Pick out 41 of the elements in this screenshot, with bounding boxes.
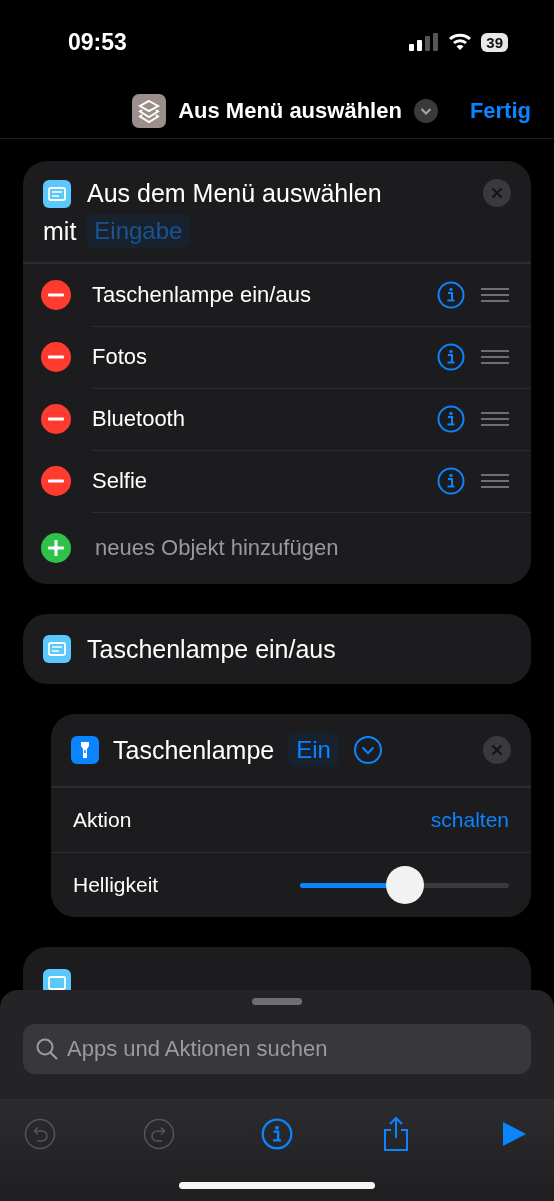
remove-icon[interactable] — [41, 466, 71, 496]
menu-icon — [43, 179, 71, 208]
add-item-button[interactable]: neues Objekt hinzufügen — [95, 535, 339, 561]
add-icon[interactable] — [41, 533, 71, 563]
parameter-label: Helligkeit — [73, 873, 159, 897]
shortcut-title[interactable]: Aus Menü auswählen — [178, 98, 402, 124]
case-title: Taschenlampe ein/aus — [87, 634, 336, 664]
parameter-value[interactable]: schalten — [430, 808, 509, 832]
drag-handle-icon[interactable] — [481, 349, 509, 364]
menu-item-label[interactable]: Bluetooth — [92, 405, 421, 432]
info-icon[interactable] — [437, 404, 465, 433]
layers-icon — [132, 94, 167, 128]
wifi-icon — [448, 33, 473, 51]
remove-icon[interactable] — [41, 342, 71, 372]
remove-icon[interactable] — [41, 280, 71, 310]
with-label: mit — [43, 216, 77, 246]
chevron-down-icon[interactable] — [413, 99, 438, 123]
chevron-down-icon[interactable] — [352, 735, 383, 765]
state-token[interactable]: Ein — [288, 733, 339, 767]
drag-handle-icon[interactable] — [481, 411, 509, 426]
search-icon — [35, 1037, 59, 1061]
info-icon[interactable] — [437, 280, 465, 309]
action-title: Aus dem Menü auswählen — [87, 179, 382, 208]
info-icon[interactable] — [437, 342, 465, 371]
parameter-label: Aktion — [73, 808, 132, 832]
remove-icon[interactable] — [41, 404, 71, 434]
drag-handle-icon[interactable] — [481, 473, 509, 488]
menu-item-label[interactable]: Selfie — [92, 467, 421, 494]
search-field[interactable]: Apps und Aktionen suchen — [23, 1024, 531, 1074]
menu-item-label[interactable]: Taschenlampe ein/aus — [92, 281, 421, 308]
info-icon[interactable] — [437, 466, 465, 495]
menu-item-label[interactable]: Fotos — [92, 343, 421, 370]
drag-handle-icon[interactable] — [481, 287, 509, 302]
done-button[interactable]: Fertig — [469, 98, 531, 124]
battery-indicator: 39 — [481, 32, 508, 52]
flashlight-icon — [71, 736, 99, 764]
menu-icon — [43, 635, 71, 663]
status-time: 09:53 — [68, 28, 127, 56]
brightness-slider[interactable] — [300, 866, 509, 904]
action-title: Taschenlampe — [113, 735, 275, 765]
signal-icon — [409, 33, 440, 51]
